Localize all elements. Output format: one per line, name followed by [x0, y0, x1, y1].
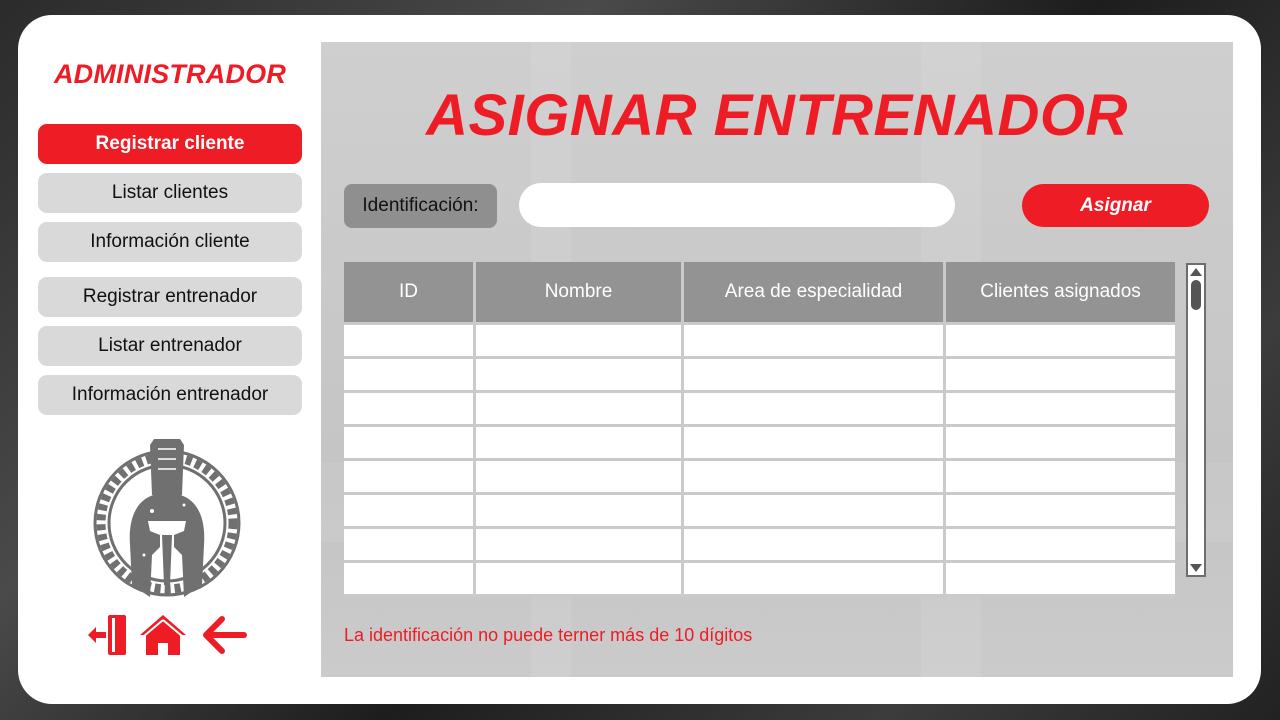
table-cell[interactable]	[473, 560, 684, 597]
table-cell[interactable]	[943, 322, 1175, 359]
app-window: ADMINISTRADOR Registrar cliente Listar c…	[18, 15, 1261, 704]
table-row[interactable]	[344, 492, 1175, 529]
spartan-helmet-logo	[93, 439, 241, 597]
table-cell[interactable]	[344, 526, 476, 563]
table-cell[interactable]	[681, 560, 946, 597]
table-cell[interactable]	[473, 526, 684, 563]
table-cell[interactable]	[473, 356, 684, 393]
table-cell[interactable]	[681, 492, 946, 529]
table-cell[interactable]	[473, 424, 684, 461]
scroll-thumb[interactable]	[1191, 280, 1201, 310]
table-row[interactable]	[344, 356, 1175, 393]
table-cell[interactable]	[344, 458, 476, 495]
table-cell[interactable]	[681, 390, 946, 427]
nav-listar-entrenador-button[interactable]: Listar entrenador	[38, 326, 302, 366]
table-cell[interactable]	[344, 322, 476, 359]
table-row[interactable]	[344, 458, 1175, 495]
table-cell[interactable]	[943, 390, 1175, 427]
identificacion-input[interactable]	[519, 183, 955, 227]
table-cell[interactable]	[943, 560, 1175, 597]
table-cell[interactable]	[943, 492, 1175, 529]
nav-informacion-cliente-button[interactable]: Información cliente	[38, 222, 302, 262]
table-row[interactable]	[344, 322, 1175, 359]
table-cell[interactable]	[473, 390, 684, 427]
back-arrow-icon[interactable]	[200, 613, 248, 657]
table-cell[interactable]	[344, 560, 476, 597]
table-cell[interactable]	[681, 424, 946, 461]
table-cell[interactable]	[943, 458, 1175, 495]
table-row[interactable]	[344, 390, 1175, 427]
table-cell[interactable]	[344, 424, 476, 461]
logout-door-icon[interactable]	[86, 613, 130, 657]
table-row[interactable]	[344, 560, 1175, 597]
table-cell[interactable]	[473, 492, 684, 529]
column-header-id: ID	[344, 262, 476, 325]
scroll-down-icon[interactable]	[1190, 564, 1202, 572]
table-cell[interactable]	[681, 526, 946, 563]
nav-listar-clientes-button[interactable]: Listar clientes	[38, 173, 302, 213]
trainer-table: ID Nombre Area de especialidad Clientes …	[344, 262, 1175, 597]
nav-registrar-cliente-button[interactable]: Registrar cliente	[38, 124, 302, 164]
identificacion-label: Identificación:	[344, 184, 497, 228]
column-header-nombre: Nombre	[473, 262, 684, 325]
table-cell[interactable]	[681, 356, 946, 393]
table-cell[interactable]	[344, 390, 476, 427]
home-icon[interactable]	[138, 613, 188, 657]
table-cell[interactable]	[943, 526, 1175, 563]
table-cell[interactable]	[344, 356, 476, 393]
bottom-toolbar	[86, 613, 256, 657]
nav-registrar-entrenador-button[interactable]: Registrar entrenador	[38, 277, 302, 317]
table-cell[interactable]	[473, 322, 684, 359]
table-cell[interactable]	[681, 322, 946, 359]
table-cell[interactable]	[943, 424, 1175, 461]
role-title: ADMINISTRADOR	[53, 59, 287, 89]
scroll-up-icon[interactable]	[1190, 268, 1202, 276]
table-cell[interactable]	[943, 356, 1175, 393]
column-header-area: Area de especialidad	[681, 262, 946, 325]
table-cell[interactable]	[344, 492, 476, 529]
error-message: La identificación no puede terner más de…	[344, 625, 753, 645]
table-cell[interactable]	[681, 458, 946, 495]
column-header-clientes: Clientes asignados	[943, 262, 1175, 325]
asignar-button[interactable]: Asignar	[1022, 184, 1209, 227]
table-cell[interactable]	[473, 458, 684, 495]
nav-informacion-entrenador-button[interactable]: Información entrenador	[38, 375, 302, 415]
main-panel: ASIGNAR ENTRENADOR Identificación: Asign…	[321, 42, 1233, 677]
table-scrollbar[interactable]	[1186, 263, 1206, 577]
table-header-row: ID Nombre Area de especialidad Clientes …	[344, 262, 1175, 325]
table-row[interactable]	[344, 526, 1175, 563]
table-row[interactable]	[344, 424, 1175, 461]
page-title: ASIGNAR ENTRENADOR	[426, 83, 1128, 148]
